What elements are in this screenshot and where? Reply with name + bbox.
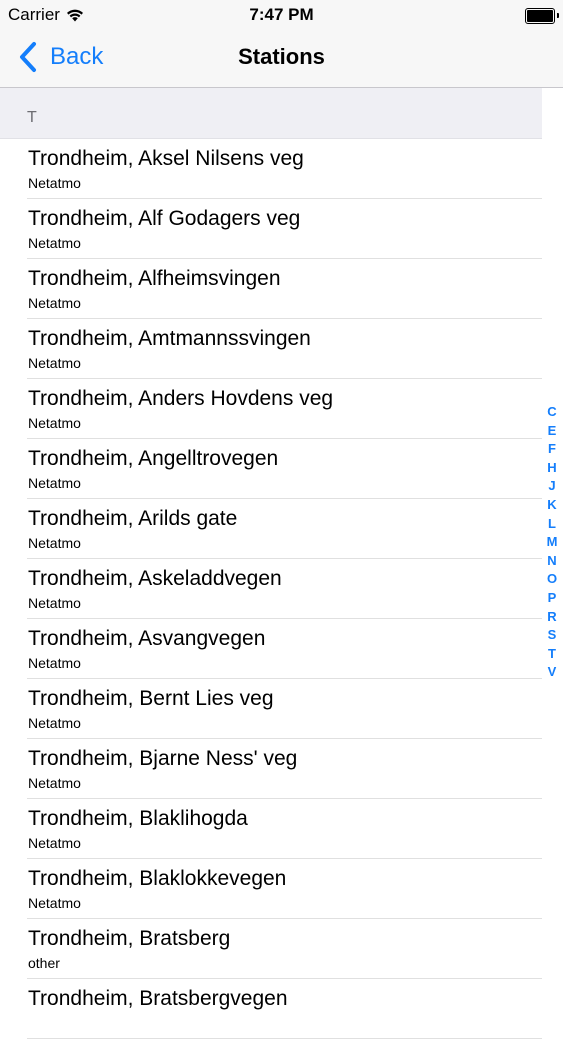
station-row[interactable]: Trondheim, Asvangvegen Netatmo: [27, 619, 542, 679]
station-row[interactable]: Trondheim, Bernt Lies veg Netatmo: [27, 679, 542, 739]
index-letter[interactable]: H: [545, 459, 559, 478]
station-row[interactable]: Trondheim, Blaklokkevegen Netatmo: [27, 859, 542, 919]
navigation-bar: Back Stations: [0, 28, 563, 88]
index-letter[interactable]: O: [545, 570, 559, 589]
section-header: T: [0, 88, 542, 139]
index-letter[interactable]: L: [545, 515, 559, 534]
station-row[interactable]: Trondheim, Blaklihogda Netatmo: [27, 799, 542, 859]
station-source: other: [28, 955, 60, 971]
station-row[interactable]: Trondheim, Amtmannssvingen Netatmo: [27, 319, 542, 379]
station-source: Netatmo: [28, 895, 81, 911]
battery-tip: [557, 13, 559, 18]
station-source: Netatmo: [28, 835, 81, 851]
station-row[interactable]: Trondheim, Askeladdvegen Netatmo: [27, 559, 542, 619]
station-name: Trondheim, Alfheimsvingen: [28, 267, 281, 290]
index-letter[interactable]: T: [545, 645, 559, 664]
station-row[interactable]: Trondheim, Angelltrovegen Netatmo: [27, 439, 542, 499]
index-letter[interactable]: K: [545, 496, 559, 515]
index-letter[interactable]: M: [545, 533, 559, 552]
station-name: Trondheim, Aksel Nilsens veg: [28, 147, 304, 170]
index-letter[interactable]: C: [545, 403, 559, 422]
station-name: Trondheim, Bratsberg: [28, 927, 231, 950]
section-header-label: T: [27, 109, 37, 126]
station-row[interactable]: Trondheim, Bratsbergvegen: [27, 979, 542, 1039]
station-name: Trondheim, Blaklokkevegen: [28, 867, 287, 890]
station-source: Netatmo: [28, 235, 81, 251]
index-letter[interactable]: V: [545, 663, 559, 682]
station-row[interactable]: Trondheim, Arilds gate Netatmo: [27, 499, 542, 559]
station-source: Netatmo: [28, 175, 81, 191]
station-name: Trondheim, Amtmannssvingen: [28, 327, 311, 350]
station-name: Trondheim, Askeladdvegen: [28, 567, 282, 590]
station-name: Trondheim, Bernt Lies veg: [28, 687, 274, 710]
index-letter[interactable]: E: [545, 422, 559, 441]
battery-level: [527, 10, 553, 22]
index-letter[interactable]: P: [545, 589, 559, 608]
battery-icon: [525, 8, 559, 24]
status-bar: Carrier 7:47 PM: [0, 0, 563, 28]
station-name: Trondheim, Blaklihogda: [28, 807, 248, 830]
station-name: Trondheim, Bratsbergvegen: [28, 987, 288, 1010]
index-letter[interactable]: R: [545, 608, 559, 627]
station-name: Trondheim, Anders Hovdens veg: [28, 387, 334, 410]
station-source: Netatmo: [28, 655, 81, 671]
station-row[interactable]: Trondheim, Bratsberg other: [27, 919, 542, 979]
station-row[interactable]: Trondheim, Alf Godagers veg Netatmo: [27, 199, 542, 259]
index-letter[interactable]: N: [545, 552, 559, 571]
station-name: Trondheim, Alf Godagers veg: [28, 207, 301, 230]
station-name: Trondheim, Asvangvegen: [28, 627, 266, 650]
page-title: Stations: [238, 44, 325, 69]
index-letter[interactable]: F: [545, 440, 559, 459]
station-name: Trondheim, Angelltrovegen: [28, 447, 279, 470]
station-row[interactable]: Trondheim, Bjarne Ness' veg Netatmo: [27, 739, 542, 799]
station-source: Netatmo: [28, 295, 81, 311]
section-index[interactable]: CEFHJKLMNOPRSTV: [545, 403, 559, 682]
station-name: Trondheim, Arilds gate: [28, 507, 238, 530]
index-letter[interactable]: J: [545, 477, 559, 496]
station-source: Netatmo: [28, 355, 81, 371]
station-list: Trondheim, Aksel Nilsens veg Netatmo Trond…: [0, 139, 542, 1039]
station-row[interactable]: Trondheim, Aksel Nilsens veg Netatmo: [27, 139, 542, 199]
status-time: 7:47 PM: [249, 5, 314, 24]
station-source: Netatmo: [28, 415, 81, 431]
station-source: Netatmo: [28, 535, 81, 551]
index-letter[interactable]: S: [545, 626, 559, 645]
station-source: Netatmo: [28, 715, 81, 731]
station-source: Netatmo: [28, 775, 81, 791]
station-source: Netatmo: [28, 595, 81, 611]
station-name: Trondheim, Bjarne Ness' veg: [28, 747, 298, 770]
station-source: Netatmo: [28, 475, 81, 491]
station-row[interactable]: Trondheim, Anders Hovdens veg Netatmo: [27, 379, 542, 439]
station-row[interactable]: Trondheim, Alfheimsvingen Netatmo: [27, 259, 542, 319]
